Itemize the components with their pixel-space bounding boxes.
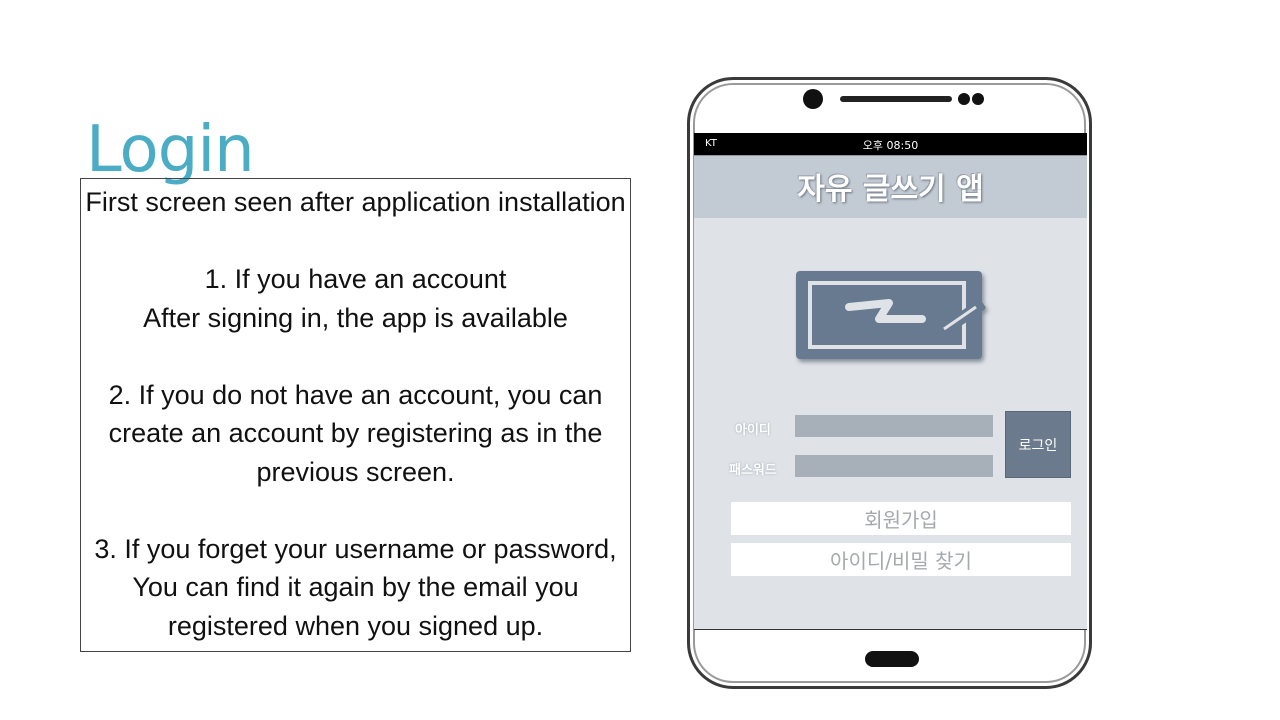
status-time: 오후 08:50 <box>862 139 919 152</box>
id-label: 아이디 <box>735 423 771 438</box>
find-account-button[interactable]: 아이디/비밀 찾기 <box>731 543 1071 576</box>
description-item3-line3: registered when you signed up. <box>167 610 544 641</box>
camera-icon <box>803 89 823 109</box>
home-button[interactable] <box>865 651 919 667</box>
description-item1-line1: 1. If you have an account <box>204 264 507 294</box>
signup-button[interactable]: 회원가입 <box>731 502 1071 535</box>
description-item2-line3: previous screen. <box>256 456 455 487</box>
description-intro: First screen seen after application inst… <box>85 187 626 217</box>
login-button[interactable]: 로그인 <box>1005 411 1071 478</box>
phone-mockup: KT 오후 08:50 자유 글쓰기 앱 아이디 패스워드 로그인 회원가입 아… <box>687 77 1092 689</box>
description-item1-line2: After signing in, the app is available <box>143 302 568 333</box>
sensor-icon <box>972 93 984 105</box>
description-item2-line1: 2. If you do not have an account, you ca… <box>108 379 603 410</box>
description-item2-line2: create an account by registering as in t… <box>108 418 603 448</box>
status-bar: KT 오후 08:50 <box>694 133 1087 155</box>
app-header: 자유 글쓰기 앱 <box>694 155 1087 218</box>
password-label: 패스워드 <box>729 463 777 478</box>
password-input[interactable] <box>795 455 993 477</box>
description-item3-line2: You can find it again by the email you <box>132 572 579 602</box>
sensor-icon <box>958 93 970 105</box>
battery-pen-logo-icon <box>796 271 986 359</box>
app-title: 자유 글쓰기 앱 <box>797 172 984 207</box>
speaker-grille <box>840 96 952 102</box>
description-item3-line1: 3. If you forget your username or passwo… <box>94 533 617 564</box>
id-input[interactable] <box>795 415 993 437</box>
slide-title: Login <box>86 112 255 187</box>
phone-screen: KT 오후 08:50 자유 글쓰기 앱 아이디 패스워드 로그인 회원가입 아… <box>694 133 1087 630</box>
description-box: First screen seen after application inst… <box>80 178 631 652</box>
